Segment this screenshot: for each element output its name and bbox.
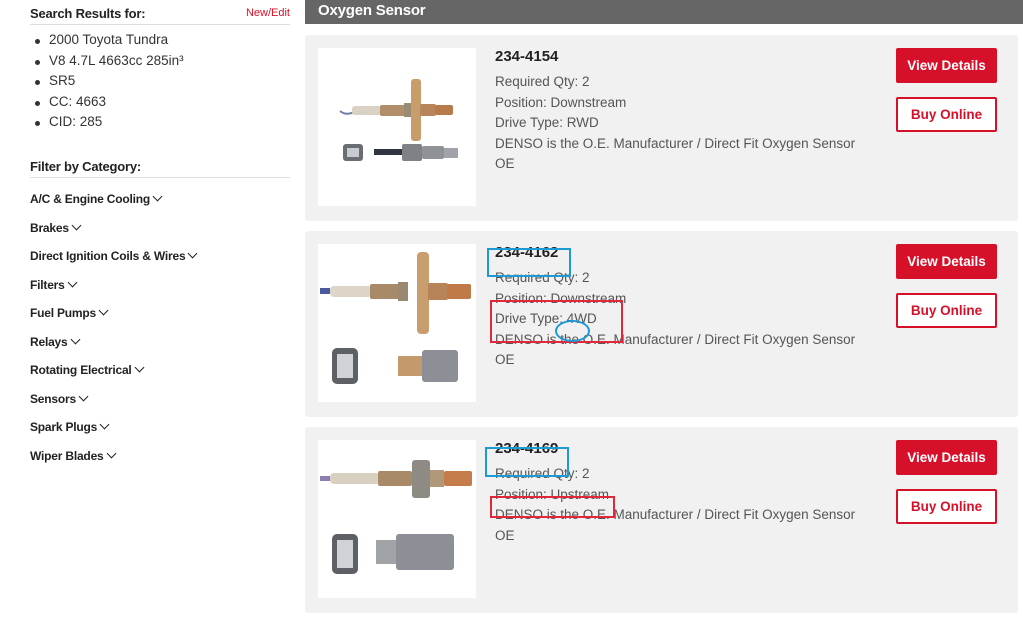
category-wiper-blades[interactable]: Wiper Blades xyxy=(30,446,196,475)
view-details-button[interactable]: View Details xyxy=(896,440,997,475)
part-number-highlight xyxy=(487,248,571,277)
chevron-down-icon xyxy=(70,334,80,344)
category-rotating-electrical[interactable]: Rotating Electrical xyxy=(30,360,196,389)
vehicle-item: CC: 4663 xyxy=(30,92,184,113)
product-image[interactable] xyxy=(318,48,476,206)
product-card: 234-4154 Required Qty: 2 Position: Downs… xyxy=(305,35,1018,221)
category-label: Relays xyxy=(30,334,68,349)
search-results-title: Search Results for: xyxy=(30,6,146,21)
chevron-down-icon xyxy=(134,362,145,373)
category-list: A/C & Engine Cooling Brakes Direct Ignit… xyxy=(30,189,198,475)
oxygen-sensor-image xyxy=(339,79,458,161)
vehicle-item: CID: 285 xyxy=(30,112,184,133)
chevron-down-icon xyxy=(78,391,89,401)
vehicle-item: V8 4.7L 4663cc 285in³ xyxy=(30,51,184,72)
category-label: Rotating Electrical xyxy=(30,363,132,377)
vehicle-list: 2000 Toyota Tundra V8 4.7L 4663cc 285in³… xyxy=(30,30,184,133)
detail-oe: OE xyxy=(495,527,515,543)
vehicle-item: SR5 xyxy=(30,71,184,92)
oxygen-sensor-image xyxy=(320,252,471,384)
detail-manufacturer: DENSO is the O.E. Manufacturer / Direct … xyxy=(495,135,856,151)
product-card: 234-4162 Required Qty: 2 Position: Downs… xyxy=(305,231,1018,417)
filter-title: Filter by Category: xyxy=(30,159,142,174)
new-edit-link[interactable]: New/Edit xyxy=(246,7,290,19)
product-image[interactable] xyxy=(318,440,476,598)
product-card: 234-4169 Required Qty: 2 Position: Upstr… xyxy=(305,427,1018,613)
category-filters[interactable]: Filters xyxy=(30,275,196,304)
category-ac-engine-cooling[interactable]: A/C & Engine Cooling xyxy=(30,189,196,218)
chevron-down-icon xyxy=(106,448,116,458)
chevron-down-icon xyxy=(152,191,163,202)
category-ignition-coils[interactable]: Direct Ignition Coils & Wires xyxy=(30,246,198,275)
category-label: Spark Plugs xyxy=(30,420,98,434)
category-label: Brakes xyxy=(30,220,69,235)
category-label: Sensors xyxy=(30,391,76,406)
chevron-down-icon xyxy=(99,419,110,430)
filter-header: Filter by Category: xyxy=(30,158,290,178)
detail-qty: Required Qty: 2 xyxy=(495,74,590,89)
category-spark-plugs[interactable]: Spark Plugs xyxy=(30,417,196,446)
oxygen-sensor-image xyxy=(320,460,472,574)
chevron-down-icon xyxy=(67,277,78,287)
buy-online-button[interactable]: Buy Online xyxy=(896,293,997,328)
category-brakes[interactable]: Brakes xyxy=(30,218,196,247)
chevron-down-icon xyxy=(188,248,198,259)
part-number-highlight xyxy=(485,447,569,477)
results-header-bar: Oxygen Sensor xyxy=(305,0,1023,24)
search-results-header: Search Results for: New/Edit xyxy=(30,6,290,25)
detail-oe: OE xyxy=(495,156,515,171)
product-image[interactable] xyxy=(318,244,476,402)
category-fuel-pumps[interactable]: Fuel Pumps xyxy=(30,303,196,332)
chevron-down-icon xyxy=(98,305,109,316)
category-label: Filters xyxy=(30,277,65,292)
detail-drive-type: Drive Type: RWD xyxy=(495,115,599,130)
position-highlight xyxy=(490,496,615,518)
buy-online-button[interactable]: Buy Online xyxy=(896,97,997,132)
category-label: Fuel Pumps xyxy=(30,306,97,320)
category-label: A/C & Engine Cooling xyxy=(30,192,150,206)
category-relays[interactable]: Relays xyxy=(30,332,196,361)
sidebar: Search Results for: New/Edit 2000 Toyota… xyxy=(0,0,300,618)
category-label: Wiper Blades xyxy=(30,448,104,463)
drive-type-circle xyxy=(555,320,590,342)
chevron-down-icon xyxy=(71,220,82,230)
category-label: Direct Ignition Coils & Wires xyxy=(30,249,186,263)
view-details-button[interactable]: View Details xyxy=(896,244,997,279)
detail-oe: OE xyxy=(495,352,515,367)
part-number[interactable]: 234-4154 xyxy=(495,48,558,65)
buy-online-button[interactable]: Buy Online xyxy=(896,489,997,524)
view-details-button[interactable]: View Details xyxy=(896,48,997,83)
vehicle-item: 2000 Toyota Tundra xyxy=(30,30,184,51)
product-details: Required Qty: 2 Position: Downstream Dri… xyxy=(495,72,895,175)
category-sensors[interactable]: Sensors xyxy=(30,389,196,418)
page-title: Oxygen Sensor xyxy=(318,2,426,19)
detail-position: Position: Downstream xyxy=(495,94,627,110)
